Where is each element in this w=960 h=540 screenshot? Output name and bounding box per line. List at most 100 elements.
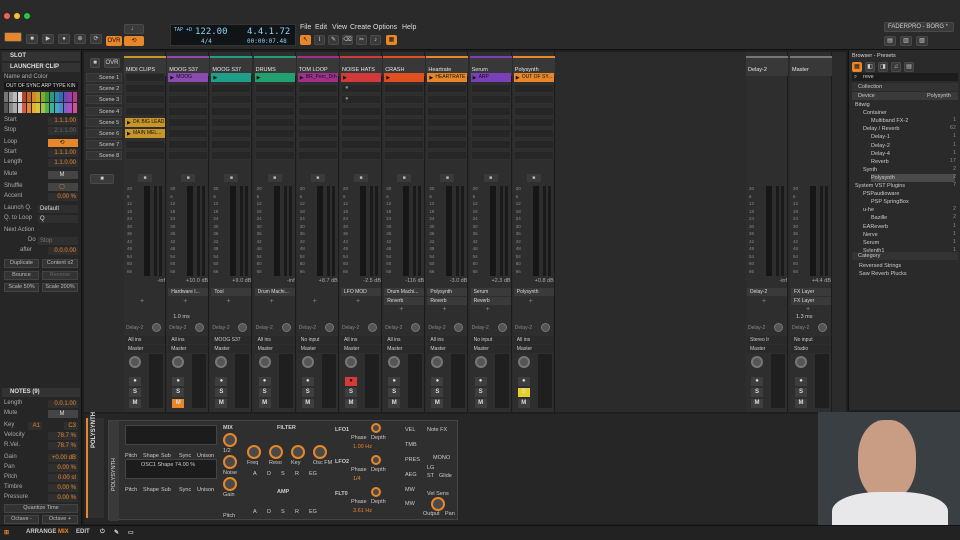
device-slot[interactable]: Drum Machi...	[254, 288, 295, 296]
solo-button[interactable]: S	[795, 388, 807, 397]
tempo-value[interactable]: 122.00	[195, 27, 228, 37]
output-select[interactable]: Master	[211, 345, 252, 353]
scene-2[interactable]: Scene 2	[86, 84, 122, 94]
send-knob[interactable]	[281, 323, 291, 332]
mix-knob[interactable]	[223, 455, 237, 469]
clip-play-icon[interactable]: ▶	[213, 75, 217, 81]
mute-button[interactable]: M	[215, 399, 228, 408]
record-arm-button[interactable]: ●	[215, 377, 228, 386]
pan-knob[interactable]	[517, 356, 530, 368]
input-select[interactable]: MOOG S37	[211, 336, 252, 344]
loop-icon[interactable]: ⟳	[90, 34, 102, 44]
record-arm-button[interactable]: ●	[517, 377, 530, 386]
track-header[interactable]: Delay-2	[746, 56, 788, 76]
empty-clip-slot[interactable]	[125, 140, 165, 150]
track-stop-icon[interactable]: ■	[440, 174, 455, 182]
empty-clip-slot[interactable]	[427, 84, 468, 94]
color-swatch[interactable]	[27, 103, 31, 113]
key-to-field[interactable]: C3	[64, 422, 78, 430]
color-swatch[interactable]	[17, 103, 22, 113]
devices-tab-icon[interactable]: ◧	[865, 62, 875, 72]
empty-clip-slot[interactable]	[211, 95, 252, 105]
empty-clip-slot[interactable]	[427, 95, 468, 105]
pressure-field[interactable]: 0.00 %	[48, 494, 78, 502]
empty-clip-slot[interactable]	[384, 117, 425, 127]
empty-clip-slot[interactable]	[384, 140, 425, 150]
color-swatch[interactable]	[59, 103, 64, 113]
empty-clip-slot[interactable]	[427, 129, 468, 138]
empty-clip-slot[interactable]	[384, 84, 425, 94]
presets-tab-icon[interactable]: ▦	[852, 62, 862, 72]
minimize-window-icon[interactable]	[14, 13, 20, 19]
record-icon[interactable]: ●	[58, 34, 70, 44]
mute-button[interactable]: M	[474, 399, 487, 408]
velocity-field[interactable]: 78.7 %	[48, 432, 78, 440]
input-select[interactable]: All ins	[513, 336, 554, 344]
filter-knob[interactable]	[269, 445, 283, 459]
samples-tab-icon[interactable]: ♫	[891, 62, 901, 72]
track-header[interactable]: Master	[790, 56, 832, 76]
volume-fader[interactable]	[273, 186, 280, 276]
mute-button[interactable]: M	[129, 399, 141, 408]
color-swatch[interactable]	[73, 103, 77, 113]
track-stop-icon[interactable]: ■	[354, 174, 368, 182]
browser-tree-item[interactable]: Container	[863, 109, 955, 117]
scene-5[interactable]: Scene 5	[86, 117, 122, 127]
input-select[interactable]: All ins	[168, 336, 209, 344]
empty-clip-slot[interactable]	[211, 151, 252, 161]
add-device-icon[interactable]: +	[486, 306, 490, 313]
clip-slot-filled[interactable]: DK BIG LEAD	[125, 117, 165, 127]
clip-slot-filled[interactable]: MAIN MEL...	[125, 129, 165, 138]
input-select[interactable]: All ins	[384, 336, 425, 344]
device-slot[interactable]: Delay-2	[747, 288, 787, 296]
rvel-field[interactable]: 78.7 %	[48, 442, 78, 450]
mute-button[interactable]: M	[301, 399, 314, 408]
search-input[interactable]: reve	[863, 73, 874, 81]
record-arm-button[interactable]: ●	[795, 377, 807, 386]
pencil-tool-icon[interactable]: ✎	[328, 35, 339, 45]
empty-clip-slot[interactable]	[513, 140, 554, 150]
empty-clip-slot[interactable]	[125, 95, 165, 105]
track-stop-icon[interactable]: ■	[267, 174, 282, 182]
browser-tree-item[interactable]: EAReverb	[863, 223, 955, 231]
browser-tree-item[interactable]: PSPaudioware	[863, 190, 955, 198]
color-palette[interactable]	[4, 92, 78, 114]
output-knob[interactable]	[431, 497, 445, 511]
send-knob[interactable]	[238, 323, 248, 332]
output-select[interactable]: Master	[384, 345, 425, 353]
empty-clip-slot[interactable]	[125, 106, 165, 116]
browser-tree-item[interactable]: Delay-2	[871, 142, 955, 150]
transport-display[interactable]: TAP +D 122.00 4/4 4.4.1.72 00:00:07.48	[170, 24, 296, 46]
input-select[interactable]: No input	[470, 336, 511, 344]
content-x2-button[interactable]: Content x2	[42, 259, 78, 268]
empty-clip-slot[interactable]	[513, 84, 554, 94]
clip-play-icon[interactable]: ▶	[429, 75, 433, 81]
octave-down-button[interactable]: Octave -	[4, 515, 39, 524]
pan-knob[interactable]	[388, 356, 401, 368]
empty-clip-slot[interactable]	[168, 129, 209, 138]
track-name[interactable]: Delay-2	[748, 67, 788, 73]
empty-clip-slot[interactable]	[211, 129, 252, 138]
record-slot-icon[interactable]: ●	[345, 85, 349, 91]
bitwig-logo-icon[interactable]	[4, 32, 22, 42]
device-slot[interactable]: Reverb	[470, 297, 511, 305]
track-stop-icon[interactable]: ■	[483, 174, 498, 182]
duplicate-button[interactable]: Duplicate	[4, 259, 39, 268]
record-arm-button[interactable]: ●	[388, 377, 401, 386]
track-stop-icon[interactable]: ■	[310, 174, 325, 182]
empty-clip-slot[interactable]	[211, 84, 252, 94]
solo-button[interactable]: S	[129, 388, 141, 397]
browser-tree-item[interactable]: Bitwig	[855, 101, 955, 109]
stop-all-icon[interactable]: ■	[90, 58, 100, 68]
volume-fader[interactable]	[810, 186, 816, 276]
color-swatch[interactable]	[40, 103, 45, 113]
output-select[interactable]: Master	[168, 345, 209, 353]
device-slot[interactable]: Hardware I...	[168, 288, 209, 296]
add-device-icon[interactable]: +	[442, 306, 446, 313]
empty-clip-slot[interactable]	[297, 84, 338, 94]
output-select[interactable]: Master	[427, 345, 468, 353]
add-device-icon[interactable]: +	[762, 298, 766, 305]
pitch-field[interactable]: 0.00 st	[48, 474, 78, 482]
empty-clip-slot[interactable]	[211, 106, 252, 116]
snap-icon[interactable]: ▦	[386, 35, 397, 45]
